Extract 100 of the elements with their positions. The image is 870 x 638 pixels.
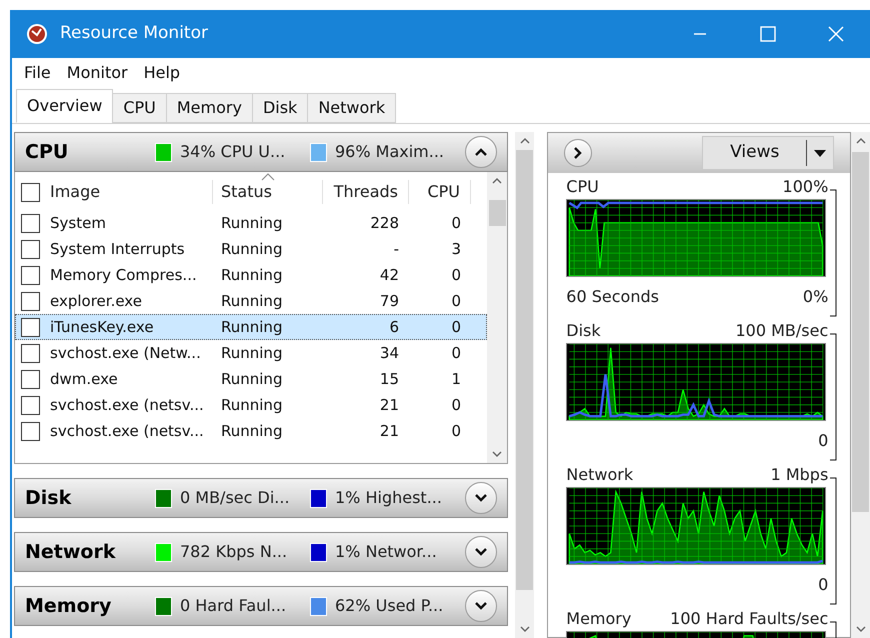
graph-min-label: 0 — [818, 430, 828, 452]
indicator-label: 34% CPU U... — [180, 141, 286, 163]
section-title: Memory — [25, 594, 112, 619]
graph-min-label: 0 — [818, 574, 828, 596]
table-cell-text: 0 — [450, 420, 462, 442]
row-checkbox[interactable] — [21, 370, 40, 388]
table-cell-text: 0 — [450, 316, 462, 338]
indicator-label: 62% Used P... — [335, 595, 444, 617]
table-cell-text: - — [392, 238, 400, 260]
section-header[interactable]: Memory 0 Hard Faul... 62% Used P... — [14, 586, 508, 626]
row-checkbox[interactable] — [21, 396, 40, 414]
graph-title: Disk — [566, 320, 601, 342]
section-header[interactable]: Network 782 Kbps N... 1% Networ... — [14, 532, 508, 572]
indicator-label: 1% Networ... — [335, 541, 437, 563]
expand-button[interactable] — [465, 536, 497, 568]
graph-min-label: 0% — [802, 286, 828, 308]
expand-button[interactable] — [465, 482, 497, 514]
table-cell-text: Running — [220, 212, 284, 234]
row-checkbox[interactable] — [21, 214, 40, 232]
row-checkbox[interactable] — [21, 422, 40, 440]
table-row[interactable]: System Interrupts Running - 3 — [15, 236, 487, 262]
expand-panel-button[interactable] — [564, 139, 592, 167]
table-cell-text: svchost.exe (netsv... — [50, 394, 204, 416]
table-cell-text: svchost.exe (netsv... — [50, 420, 204, 442]
row-checkbox[interactable] — [21, 344, 40, 362]
scroll-thumb[interactable] — [488, 200, 506, 226]
table-cell-text: 1 — [450, 368, 462, 390]
row-checkbox[interactable] — [21, 240, 40, 258]
tab[interactable]: Overview — [16, 89, 114, 123]
table-cell-text: 0 — [450, 342, 462, 364]
column-header[interactable]: Threads — [323, 180, 409, 204]
graph-title: Network — [566, 464, 634, 486]
row-checkbox[interactable] — [21, 292, 40, 310]
scroll-thumb[interactable] — [516, 150, 534, 590]
table-cell-text: Running — [220, 420, 284, 442]
collapse-button[interactable] — [465, 136, 497, 168]
table-row[interactable]: dwm.exe Running 15 1 — [15, 366, 487, 392]
select-all-checkbox[interactable] — [21, 182, 40, 202]
table-cell-text: Running — [220, 394, 284, 416]
indicator-label: 0 Hard Faul... — [180, 595, 286, 617]
section-header[interactable]: CPU 34% CPU U... 96% Maxim... — [14, 132, 508, 172]
table-row[interactable]: Memory Compres... Running 42 0 — [15, 262, 487, 288]
table-cell-text: Running — [220, 290, 284, 312]
tab[interactable]: Memory — [166, 93, 253, 123]
table-cell-text: 3 — [450, 238, 462, 260]
table-cell-text: 79 — [378, 290, 400, 312]
chevron-up-icon — [474, 147, 488, 157]
column-header[interactable]: Image — [50, 180, 100, 204]
column-header[interactable]: CPU — [409, 180, 471, 204]
table-cell-text: Running — [220, 238, 284, 260]
graph-max-label: 1 Mbps — [770, 464, 828, 486]
tab[interactable]: Network — [307, 93, 396, 123]
table-cell-text: 6 — [388, 316, 400, 338]
scale-bracket-icon — [830, 477, 838, 605]
expand-button[interactable] — [465, 590, 497, 622]
table-row[interactable]: svchost.exe (netsv... Running 21 0 — [15, 418, 487, 444]
table-row[interactable]: iTunesKey.exe Running 6 0 — [15, 314, 487, 340]
table-cell-text: 34 — [378, 342, 400, 364]
right-scrollbar[interactable] — [851, 132, 870, 638]
table-row[interactable]: svchost.exe (netsv... Running 21 0 — [15, 392, 487, 418]
table-cell-text: Running — [220, 368, 284, 390]
table-row[interactable]: svchost.exe (Netw... Running 34 0 — [15, 340, 487, 366]
indicator-label: 0 MB/sec Di... — [180, 487, 290, 509]
menu-item[interactable]: Help — [138, 61, 186, 85]
indicator-label: 782 Kbps N... — [180, 541, 288, 563]
table-cell-text: 0 — [450, 290, 462, 312]
left-scrollbar[interactable] — [515, 132, 534, 638]
maximize-icon — [760, 26, 776, 42]
table-cell-text: System — [50, 212, 106, 234]
table-cell-text: Running — [220, 342, 284, 364]
table-cell-text: Running — [220, 264, 284, 286]
row-checkbox[interactable] — [21, 318, 40, 336]
table-cell-text: Memory Compres... — [50, 264, 197, 286]
scale-bracket-icon — [830, 333, 838, 461]
table-cell-text: 21 — [378, 394, 400, 416]
time-span-label: 60 Seconds — [566, 286, 659, 308]
table-row[interactable]: System Running 228 0 — [15, 210, 487, 236]
scale-bracket-icon — [830, 189, 838, 317]
table-cell-text: 21 — [378, 420, 400, 442]
column-header[interactable]: Status — [213, 180, 323, 204]
chevron-right-icon — [573, 146, 584, 160]
table-cell-text: 0 — [450, 212, 462, 234]
table-row[interactable]: explorer.exe Running 79 0 — [15, 288, 487, 314]
views-dropdown[interactable]: Views — [702, 136, 834, 170]
scroll-thumb[interactable] — [852, 152, 870, 512]
menu-item[interactable]: File — [18, 61, 57, 85]
section-title: Network — [25, 540, 117, 565]
row-checkbox[interactable] — [21, 266, 40, 284]
table-scrollbar[interactable] — [487, 172, 507, 463]
graph-title: CPU — [566, 176, 599, 198]
window-title: Resource Monitor — [60, 22, 208, 46]
section-header[interactable]: Disk 0 MB/sec Di... 1% Highest... — [14, 478, 508, 518]
chevron-down-icon — [474, 493, 488, 503]
indicator-label: 1% Highest... — [335, 487, 442, 509]
tab[interactable]: Disk — [252, 93, 308, 123]
graph-max-label: 100% — [782, 176, 828, 198]
app-icon — [26, 23, 48, 45]
tab[interactable]: CPU — [112, 93, 167, 123]
graph-title: Memory — [566, 608, 632, 630]
menu-item[interactable]: Monitor — [60, 61, 134, 85]
